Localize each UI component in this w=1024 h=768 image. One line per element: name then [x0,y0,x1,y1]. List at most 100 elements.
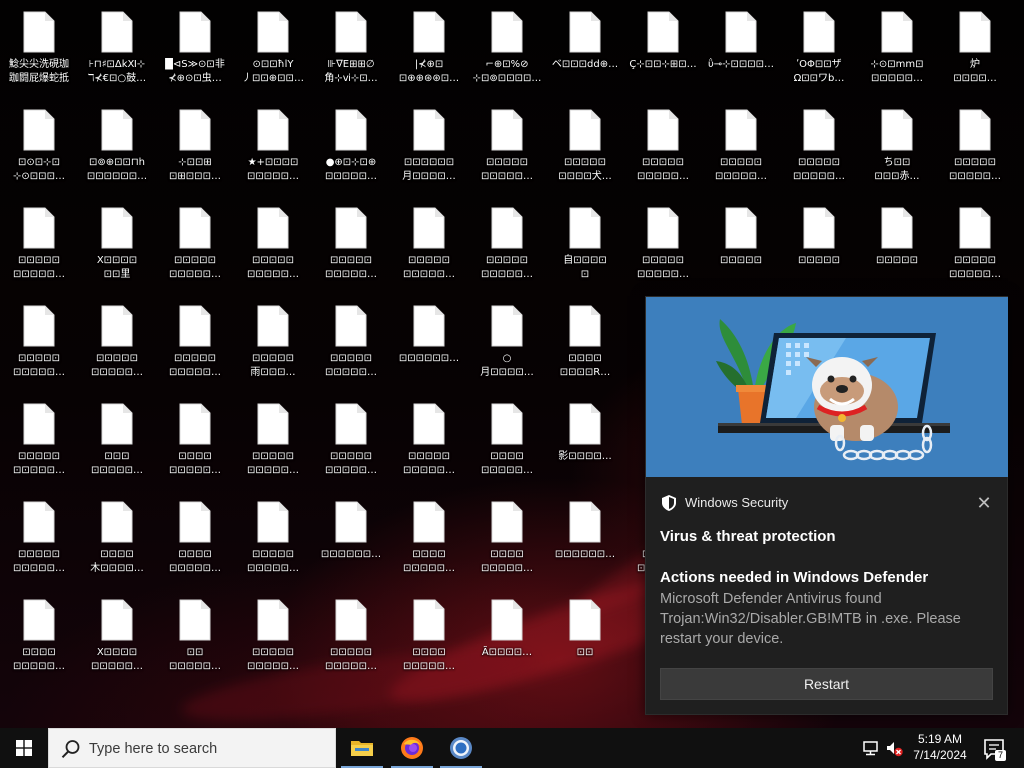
desktop-file-icon[interactable]: Ã⊡⊡⊡⊡… [468,590,546,682]
desktop-file-icon[interactable]: ○ 月⊡⊡⊡⊡… [468,296,546,388]
desktop-file-icon[interactable]: Ç⊹⊡⊡⊹⊞⊡… [624,2,702,94]
desktop-file-icon[interactable]: ⊡⊡⊡⊡⊡ ⊡⊡⊡⊡⊡… [468,198,546,290]
clock-date: 7/14/2024 [913,748,967,762]
desktop-file-icon[interactable]: ⊡⊡⊡⊡⊡ ⊡⊡⊡⊡犬… [546,100,624,192]
desktop-file-icon[interactable]: ⊡⊡⊡⊡⊡ ⊡⊡⊡⊡⊡… [234,198,312,290]
desktop-file-icon[interactable]: ⊡⊡⊡⊡⊡ ⊡⊡⊡⊡⊡… [0,198,78,290]
desktop-file-icon[interactable]: ⊡⊡⊡⊡ ⊡⊡⊡⊡⊡… [0,590,78,682]
desktop-file-icon[interactable]: ⊡⊡⊡⊡⊡ ⊡⊡⊡⊡⊡… [468,100,546,192]
taskbar-file-explorer[interactable] [337,728,387,768]
desktop-file-label: ⊡⊡⊡⊡⊡ ⊡⊡⊡⊡⊡… [325,255,377,280]
desktop-file-icon[interactable]: ⊡⊡⊡⊡⊡ ⊡⊡⊡⊡⊡… [0,492,78,584]
desktop-file-icon[interactable]: ⊡⊡⊡⊡⊡ ⊡⊡⊡⊡⊡… [234,492,312,584]
desktop-file-icon[interactable]: ΰ⊸⊹⊡⊡⊡⊡… [702,2,780,94]
desktop-file-icon[interactable]: ⊡⊡⊡⊡⊡ ⊡⊡⊡⊡⊡… [234,590,312,682]
taskbar-chrome[interactable] [436,728,486,768]
desktop-file-icon[interactable]: ⊡⊡⊡⊡ ⊡⊡⊡⊡⊡… [156,492,234,584]
desktop-file-icon[interactable]: █⊲S≫⊙⊡非 ⊀⊕⊙⊡虫… [156,2,234,94]
desktop-file-icon[interactable]: 炉 ⊡⊡⊡⊡… [936,2,1014,94]
desktop-file-icon[interactable]: ⊡⊙⊡⊹⊡ ⊹⊙⊡⊡⊡… [0,100,78,192]
desktop-file-icon[interactable]: ⊦⊓♯⊡ΔkⅪ⊹ ℸ⊀€⊡○鼓… [78,2,156,94]
desktop-file-icon[interactable]: ⊡⊡⊡⊡⊡ ⊡⊡⊡⊡⊡… [0,394,78,486]
desktop-file-icon[interactable]: ⊡⊡⊡⊡⊡ ⊡⊡⊡⊡⊡… [624,198,702,290]
start-button[interactable] [0,728,48,768]
network-icon[interactable] [861,738,881,758]
desktop-file-icon[interactable]: 鯰尖尖洗硯珈 跏闘屁爆蛇抵 [0,2,78,94]
desktop-file-icon[interactable]: ⊡⊡⊡⊡⊡⊡… [546,492,624,584]
desktop-file-icon[interactable]: ⊡⊡ ⊡⊡⊡⊡⊡… [156,590,234,682]
desktop-file-label: |⊀⊕⊡ ⊡⊕⊕⊛⊛⊡… [398,59,460,84]
desktop-file-icon[interactable]: X⊡⊡⊡⊡ ⊡⊡里 [78,198,156,290]
toast-title: Virus & threat protection [660,528,836,545]
desktop-file-icon[interactable]: ⊡⊡⊡⊡⊡ ⊡⊡⊡⊡⊡… [702,100,780,192]
document-icon [179,599,211,641]
document-icon [725,207,757,249]
volume-muted-icon[interactable] [884,738,904,758]
desktop-file-icon[interactable]: ⊡⊡⊡⊡⊡ ⊡⊡⊡⊡⊡… [312,296,390,388]
desktop-file-icon[interactable]: ⊙⊡⊡ħlY 丿⊡⊡⊕⊡⊡… [234,2,312,94]
desktop-file-icon[interactable]: ⌐⊕⊡%⊘ ⊹⊡⊚⊡⊡⊡⊡… [468,2,546,94]
desktop-file-icon[interactable]: ⊡⊡⊡⊡ ⊡⊡⊡⊡⊡… [156,394,234,486]
document-icon [257,599,289,641]
desktop-file-icon[interactable]: ⊡⊡⊡⊡⊡ ⊡⊡⊡⊡⊡… [234,394,312,486]
document-icon [257,403,289,445]
desktop-file-icon[interactable]: 影⊡⊡⊡⊡… [546,394,624,486]
desktop-file-label: 自⊡⊡⊡⊡ ⊡ [563,255,607,280]
desktop-file-icon[interactable]: ⊹⊡⊡⊞ ⊡⊞⊡⊡⊡… [156,100,234,192]
desktop-file-icon[interactable]: ⊡⊡⊡⊡⊡⊡… [390,296,468,388]
desktop-file-icon[interactable]: ⊡⊡⊡⊡ ⊡⊡⊡⊡⊡… [468,394,546,486]
close-icon[interactable]: ✕ [973,492,995,514]
desktop-file-icon[interactable]: ⊡⊡⊡⊡⊡ ⊡⊡⊡⊡⊡… [390,394,468,486]
notification-toast[interactable]: Windows Security ✕ Virus & threat protec… [645,296,1008,715]
desktop-file-icon[interactable]: ⊡⊡⊡⊡⊡ ⊡⊡⊡⊡⊡… [312,590,390,682]
desktop-file-icon[interactable]: ⊹⊙⊡mm⊡ ⊡⊡⊡⊡⊡… [858,2,936,94]
taskbar-search-box[interactable]: Type here to search [48,728,336,768]
desktop-file-icon[interactable]: ⊡⊡⊡⊡ ⊡⊡⊡⊡R… [546,296,624,388]
desktop-file-icon[interactable]: ち⊡⊡ ⊡⊡⊡赤… [858,100,936,192]
desktop-file-icon[interactable]: ⊡⊡⊡⊡⊡⊡… [312,492,390,584]
taskbar-clock[interactable]: 5:19 AM 7/14/2024 [908,731,972,763]
desktop-file-icon[interactable]: ⊡⊡⊡⊡ ⊡⊡⊡⊡⊡… [468,492,546,584]
desktop-file-icon[interactable]: ⊡⊡⊡⊡ ⊡⊡⊡⊡⊡… [390,492,468,584]
desktop-file-icon[interactable]: ⊡⊚⊕⊡⊡⊓h ⊡⊡⊡⊡⊡⊡… [78,100,156,192]
desktop-file-icon[interactable]: ⊡⊡⊡⊡⊡ [702,198,780,290]
desktop-file-icon[interactable]: ⊡⊡⊡⊡⊡ ⊡⊡⊡⊡⊡… [78,296,156,388]
desktop-file-icon[interactable]: ⊡⊡⊡⊡⊡ [780,198,858,290]
desktop-file-label: ⊡⊡⊡⊡⊡ ⊡⊡⊡⊡⊡… [793,157,845,182]
desktop-file-icon[interactable]: ⊡⊡⊡⊡⊡ ⊡⊡⊡⊡⊡… [156,296,234,388]
taskbar-firefox[interactable] [387,728,437,768]
document-icon [569,599,601,641]
document-icon [23,305,55,347]
desktop-file-icon[interactable]: ●⊕⊡⊹⊡⊕ ⊡⊡⊡⊡⊡… [312,100,390,192]
desktop-file-icon[interactable]: ⊡⊡⊡⊡⊡ 雨⊡⊡⊡… [234,296,312,388]
desktop-file-icon[interactable]: ⊡⊡⊡⊡⊡ ⊡⊡⊡⊡⊡… [780,100,858,192]
desktop-file-icon[interactable]: ⊡⊡⊡⊡⊡⊡ 月⊡⊡⊡⊡… [390,100,468,192]
desktop-file-icon[interactable]: ⊪∇E⊞⊞∅ 角⊹ⅵ⊹⊡… [312,2,390,94]
desktop-file-icon[interactable]: ⊡⊡⊡⊡ 木⊡⊡⊡⊡… [78,492,156,584]
desktop-file-icon[interactable]: ⊡⊡⊡⊡⊡ ⊡⊡⊡⊡⊡… [156,198,234,290]
desktop-file-icon[interactable]: ⊡⊡ [546,590,624,682]
desktop-file-icon[interactable]: |⊀⊕⊡ ⊡⊕⊕⊛⊛⊡… [390,2,468,94]
desktop-file-icon[interactable]: ⊡⊡⊡⊡⊡ ⊡⊡⊡⊡⊡… [312,394,390,486]
desktop-file-label: ⊡⊡⊡⊡⊡ ⊡⊡⊡⊡⊡… [481,157,533,182]
desktop-file-icon[interactable]: X⊡⊡⊡⊡ ⊡⊡⊡⊡⊡… [78,590,156,682]
document-icon [179,305,211,347]
desktop-file-icon[interactable]: ⊡⊡⊡⊡⊡ ⊡⊡⊡⊡⊡… [936,198,1014,290]
restart-button[interactable]: Restart [660,668,993,700]
desktop-file-icon[interactable]: ⊡⊡⊡⊡⊡ ⊡⊡⊡⊡⊡… [624,100,702,192]
desktop-file-icon[interactable]: ⊡⊡⊡⊡⊡ ⊡⊡⊡⊡⊡… [390,198,468,290]
desktop-file-icon[interactable]: ⊡⊡⊡⊡⊡ ⊡⊡⊡⊡⊡… [0,296,78,388]
desktop-file-label: ⊡⊡⊡⊡⊡ ⊡⊡⊡⊡⊡… [325,353,377,378]
desktop-file-label: ⊡⊡⊡⊡⊡ 雨⊡⊡⊡… [250,353,296,378]
desktop-file-icon[interactable]: ⊡⊡⊡⊡⊡ ⊡⊡⊡⊡⊡… [312,198,390,290]
desktop-file-icon[interactable]: ʹOΦ⊡⊡ザ Ω⊡⊡ワb… [780,2,858,94]
document-icon [491,501,523,543]
desktop-file-icon[interactable]: ⊡⊡⊡⊡ ⊡⊡⊡⊡⊡… [390,590,468,682]
desktop-file-icon[interactable]: 自⊡⊡⊡⊡ ⊡ [546,198,624,290]
desktop-file-icon[interactable]: ベ⊡⊡⊡dd⊕… [546,2,624,94]
desktop-file-icon[interactable]: ⊡⊡⊡ ⊡⊡⊡⊡⊡… [78,394,156,486]
desktop-file-icon[interactable]: ⊡⊡⊡⊡⊡ [858,198,936,290]
document-icon [413,207,445,249]
desktop-file-icon[interactable]: ★+⊡⊡⊡⊡ ⊡⊡⊡⊡⊡… [234,100,312,192]
desktop-file-icon[interactable]: ⊡⊡⊡⊡⊡ ⊡⊡⊡⊡⊡… [936,100,1014,192]
